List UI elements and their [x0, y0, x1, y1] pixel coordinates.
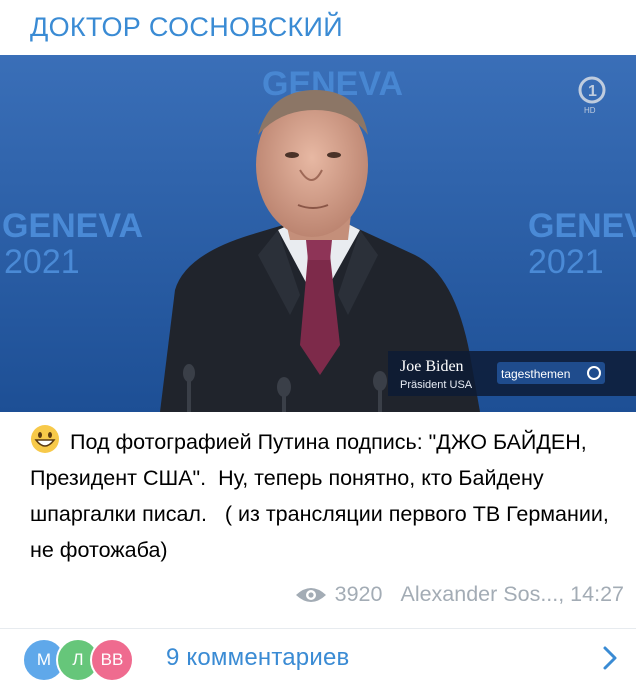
backdrop-text-left: GENEVA: [2, 207, 143, 245]
tv-caption: Joe Biden Präsident USA tagesthemen: [388, 351, 636, 396]
chevron-right-icon[interactable]: [602, 645, 618, 671]
caption-title: Präsident USA: [400, 379, 473, 391]
message-photo[interactable]: GENEVA GENEVA 2021 GENEVA 2021 1 HD: [0, 55, 636, 412]
grinning-face-emoji: [31, 425, 59, 453]
comments-label[interactable]: 9 комментариев: [166, 644, 349, 672]
caption-name: Joe Biden: [400, 358, 464, 375]
svg-text:1: 1: [588, 83, 597, 100]
backdrop-year-right: 2021: [528, 243, 604, 281]
message-text: Под фотографией Путина подпись: "ДЖО БАЙ…: [30, 424, 626, 568]
message-card: ДОКТОР СОСНОВСКИЙ GENEVA GENEVA 2021 GEN…: [0, 0, 636, 687]
channel-name[interactable]: ДОКТОР СОСНОВСКИЙ: [30, 12, 343, 43]
views-count: 3920: [334, 582, 383, 606]
svg-text:HD: HD: [584, 106, 596, 115]
backdrop-year-left: 2021: [4, 243, 80, 281]
author-time: Alexander Sos..., 14:27: [400, 582, 624, 606]
eye-icon: [295, 587, 326, 602]
commenter-avatars: М Л ВВ: [22, 638, 152, 682]
avatar: ВВ: [90, 638, 134, 682]
message-meta: 3920 Alexander Sos..., 14:27: [295, 582, 624, 607]
comments-button[interactable]: М Л ВВ 9 комментариев: [0, 629, 636, 687]
broadcaster-logo: tagesthemen: [501, 367, 570, 381]
backdrop-text-right: GENEVA: [528, 207, 636, 245]
message-body: Под фотографией Путина подпись: "ДЖО БАЙ…: [30, 430, 615, 562]
